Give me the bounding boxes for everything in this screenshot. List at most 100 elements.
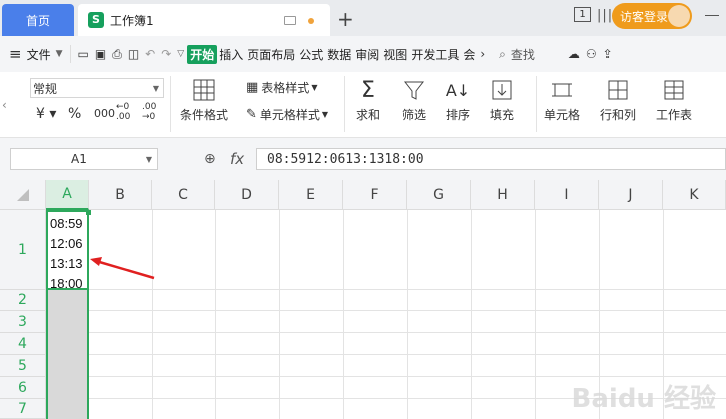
row-header-2[interactable]: 2	[0, 290, 46, 311]
row-header-6[interactable]: 6	[0, 377, 46, 399]
conditional-format-button[interactable]: 条件格式	[180, 78, 228, 123]
sheet-icon: S	[88, 12, 104, 28]
menu-insert[interactable]: 插入	[217, 46, 245, 63]
menu-member[interactable]: 会	[461, 46, 477, 63]
decrease-decimal-icon[interactable]: .00 →0	[142, 102, 156, 122]
col-header-a[interactable]: A	[46, 180, 89, 210]
select-all-corner[interactable]	[0, 180, 46, 210]
col-header-k[interactable]: K	[663, 180, 726, 210]
menu-scroll-right-icon[interactable]: ›	[477, 42, 488, 66]
export-icon[interactable]: ▣	[92, 42, 109, 66]
sheet-button[interactable]: 工作表	[656, 78, 692, 123]
preview-icon[interactable]: ◫	[125, 42, 142, 66]
fill-icon	[490, 78, 514, 102]
col-header-h[interactable]: H	[471, 180, 535, 210]
menu-page-layout[interactable]: 页面布局	[245, 46, 297, 63]
col-header-i[interactable]: I	[535, 180, 599, 210]
tab-workbook[interactable]: S 工作簿1	[78, 4, 330, 36]
col-header-g[interactable]: G	[407, 180, 471, 210]
sort-icon: A↓	[445, 80, 471, 100]
row-header-4[interactable]: 4	[0, 333, 46, 355]
name-box[interactable]: A1 ▼	[10, 148, 158, 170]
watermark: Baidu 经验	[571, 384, 716, 414]
tab-home[interactable]: 首页	[2, 4, 74, 36]
cell-style-label: 单元格样式	[259, 108, 320, 122]
row-header-3[interactable]: 3	[0, 311, 46, 333]
menu-start[interactable]: 开始	[187, 44, 218, 64]
menu-developer[interactable]: 开发工具	[409, 46, 461, 63]
fill-handle[interactable]	[86, 210, 91, 215]
percent-icon[interactable]: %	[68, 106, 81, 122]
menu-review[interactable]: 审阅	[353, 46, 381, 63]
add-user-icon[interactable]: ⚇	[583, 42, 600, 66]
filter-icon	[402, 78, 426, 102]
chevron-down-icon[interactable]: ▼	[53, 42, 66, 66]
minimize-icon[interactable]	[705, 15, 719, 16]
row-header-7[interactable]: 7	[0, 399, 46, 419]
chevron-down-icon: ▼	[152, 83, 159, 93]
collapse-left-icon[interactable]: ‹	[2, 98, 7, 112]
chevron-down-icon: ▼	[311, 83, 318, 92]
filter-label: 筛选	[402, 108, 427, 122]
ribbon-toolbar: ‹ 常规 ▼ ¥ ▾ % 000 ←0.00 .00 →0 条件格式 ▦ 表格样式…	[0, 72, 726, 138]
save-icon[interactable]: ▭	[75, 42, 92, 66]
more-chevron-icon[interactable]: ▽	[174, 42, 187, 66]
sort-button[interactable]: A↓ 排序	[446, 78, 470, 123]
zoom-icon[interactable]: ⊕	[204, 151, 216, 167]
search-label[interactable]: 查找	[509, 46, 537, 63]
share-icon[interactable]: ⇪	[600, 42, 616, 66]
redo-icon[interactable]: ↷	[158, 42, 174, 66]
col-header-b[interactable]: B	[89, 180, 152, 210]
fx-label[interactable]: fx	[230, 150, 244, 168]
visitor-login-button[interactable]: 访客登录	[612, 3, 692, 29]
cell-style-button[interactable]: ✎ 单元格样式 ▼	[246, 106, 328, 123]
gridline	[46, 310, 726, 311]
col-header-d[interactable]: D	[215, 180, 279, 210]
col-header-e[interactable]: E	[279, 180, 343, 210]
menu-bar: ≡ 文件 ▼ ▭ ▣ ⎙ ◫ ↶ ↷ ▽ 开始 插入 页面布局 公式 数据 审阅…	[0, 36, 726, 72]
search-icon[interactable]: ⌕	[496, 42, 509, 66]
menu-data[interactable]: 数据	[325, 46, 353, 63]
row-col-button[interactable]: 行和列	[600, 78, 636, 123]
col-header-j[interactable]: J	[599, 180, 663, 210]
divider	[69, 45, 71, 63]
formula-bar: A1 ▼ ⊕ fx 08:5912:0613:1318:00	[0, 138, 726, 180]
sum-button[interactable]: Σ 求和	[356, 78, 380, 123]
hamburger-icon[interactable]: ≡	[6, 42, 25, 66]
increase-decimal-icon[interactable]: ←0.00	[116, 102, 130, 122]
menu-file[interactable]: 文件	[25, 42, 53, 66]
gridline	[215, 210, 216, 419]
formula-input[interactable]: 08:5912:0613:1318:00	[256, 148, 726, 170]
name-box-value: A1	[71, 152, 87, 166]
col-header-f[interactable]: F	[343, 180, 407, 210]
row-header-1[interactable]: 1	[0, 210, 46, 290]
fill-button[interactable]: 填充	[490, 78, 514, 123]
gridline	[407, 210, 408, 419]
monitor-icon[interactable]	[284, 16, 296, 25]
divider	[536, 76, 537, 132]
library-icon[interactable]: |||	[597, 8, 613, 23]
grid-icon	[192, 78, 216, 102]
tab-bar: 首页 S 工作簿1 + 1 ||| 访客登录	[0, 0, 726, 36]
column-a-selection[interactable]	[46, 290, 89, 419]
menu-view[interactable]: 视图	[381, 46, 409, 63]
filter-button[interactable]: 筛选	[402, 78, 426, 123]
thousands-separator-icon[interactable]: 000	[94, 107, 115, 120]
col-header-c[interactable]: C	[152, 180, 215, 210]
workbook-title: 工作簿1	[110, 13, 154, 28]
print-icon[interactable]: ⎙	[109, 42, 125, 66]
cloud-icon[interactable]: ☁	[565, 42, 583, 66]
cell-button[interactable]: 单元格	[544, 78, 580, 123]
new-tab-plus-icon[interactable]: +	[337, 7, 354, 31]
row-header-5[interactable]: 5	[0, 355, 46, 377]
menu-formula[interactable]: 公式	[297, 46, 325, 63]
currency-icon[interactable]: ¥ ▾	[36, 106, 56, 122]
conditional-format-label: 条件格式	[180, 108, 229, 122]
table-style-button[interactable]: ▦ 表格样式 ▼	[246, 79, 317, 96]
number-format-select[interactable]: 常规 ▼	[30, 78, 164, 98]
window-count-badge[interactable]: 1	[574, 7, 591, 22]
cell-icon	[550, 78, 574, 102]
undo-icon[interactable]: ↶	[142, 42, 158, 66]
table-icon: ▦	[246, 80, 259, 95]
spreadsheet-grid: A B C D E F G H I J K 1 2 3 4 5 6 7 08:5…	[0, 180, 726, 419]
